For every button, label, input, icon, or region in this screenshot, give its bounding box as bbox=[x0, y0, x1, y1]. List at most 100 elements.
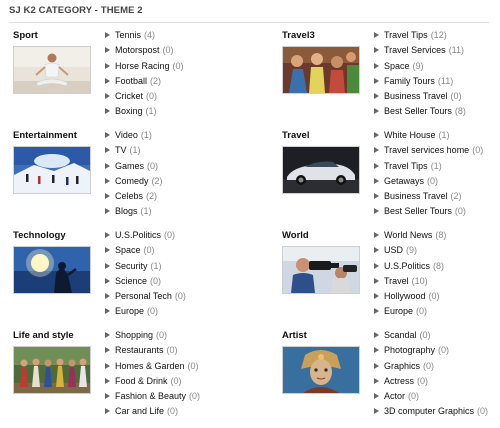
subcategory-link[interactable]: Actress bbox=[384, 376, 414, 386]
category-title[interactable]: Sport bbox=[13, 30, 38, 41]
subcategory-link[interactable]: 3D computer Graphics bbox=[384, 406, 474, 416]
subcategory-link[interactable]: Europe bbox=[115, 306, 144, 316]
list-item[interactable]: Europe (0) bbox=[374, 306, 446, 321]
subcategory-link[interactable]: Personal Tech bbox=[115, 291, 172, 301]
category-title[interactable]: Life and style bbox=[13, 330, 74, 341]
list-item[interactable]: White House (1) bbox=[374, 130, 483, 145]
subcategory-link[interactable]: Tennis bbox=[115, 30, 141, 40]
list-item[interactable]: Shopping (0) bbox=[105, 330, 200, 345]
list-item[interactable]: Video (1) bbox=[105, 130, 163, 145]
category-image[interactable] bbox=[13, 246, 91, 294]
list-item[interactable]: Travel Tips (1) bbox=[374, 161, 483, 176]
subcategory-link[interactable]: Celebs bbox=[115, 191, 143, 201]
subcategory-link[interactable]: Video bbox=[115, 130, 138, 140]
subcategory-link[interactable]: White House bbox=[384, 130, 436, 140]
subcategory-link[interactable]: Family Tours bbox=[384, 76, 435, 86]
subcategory-link[interactable]: Best Seller Tours bbox=[384, 206, 452, 216]
subcategory-link[interactable]: Photography bbox=[384, 345, 435, 355]
subcategory-link[interactable]: Travel Services bbox=[384, 45, 446, 55]
subcategory-link[interactable]: Blogs bbox=[115, 206, 138, 216]
category-title[interactable]: Entertainment bbox=[13, 130, 77, 141]
list-item[interactable]: Games (0) bbox=[105, 161, 163, 176]
list-item[interactable]: Car and Life (0) bbox=[105, 406, 200, 421]
list-item[interactable]: Boxing (1) bbox=[105, 106, 184, 121]
category-title[interactable]: Travel3 bbox=[282, 30, 315, 41]
category-title[interactable]: Technology bbox=[13, 230, 66, 241]
subcategory-link[interactable]: Fashion & Beauty bbox=[115, 391, 186, 401]
subcategory-link[interactable]: Hollywood bbox=[384, 291, 426, 301]
subcategory-link[interactable]: Car and Life bbox=[115, 406, 164, 416]
subcategory-link[interactable]: Security bbox=[115, 261, 148, 271]
category-image[interactable] bbox=[282, 46, 360, 94]
subcategory-link[interactable]: U.S.Politics bbox=[115, 230, 161, 240]
subcategory-link[interactable]: Food & Drink bbox=[115, 376, 168, 386]
subcategory-link[interactable]: Games bbox=[115, 161, 144, 171]
category-title[interactable]: World bbox=[282, 230, 309, 241]
subcategory-link[interactable]: Business Travel bbox=[384, 91, 448, 101]
category-image[interactable] bbox=[13, 46, 91, 94]
subcategory-link[interactable]: TV bbox=[115, 145, 127, 155]
subcategory-link[interactable]: Restaurants bbox=[115, 345, 164, 355]
subcategory-link[interactable]: Graphics bbox=[384, 361, 420, 371]
subcategory-link[interactable]: Cricket bbox=[115, 91, 143, 101]
subcategory-link[interactable]: Boxing bbox=[115, 106, 143, 116]
list-item[interactable]: Celebs (2) bbox=[105, 191, 163, 206]
list-item[interactable]: Photography (0) bbox=[374, 345, 488, 360]
subcategory-link[interactable]: Football bbox=[115, 76, 147, 86]
subcategory-link[interactable]: Travel Tips bbox=[384, 161, 428, 171]
list-item[interactable]: Food & Drink (0) bbox=[105, 376, 200, 391]
list-item[interactable]: U.S.Politics (8) bbox=[374, 261, 446, 276]
list-item[interactable]: Comedy (2) bbox=[105, 176, 163, 191]
subcategory-link[interactable]: Space bbox=[115, 245, 141, 255]
list-item[interactable]: Football (2) bbox=[105, 76, 184, 91]
list-item[interactable]: Blogs (1) bbox=[105, 206, 163, 221]
list-item[interactable]: Travel services home (0) bbox=[374, 145, 483, 160]
subcategory-link[interactable]: Travel bbox=[384, 276, 409, 286]
list-item[interactable]: Business Travel (0) bbox=[374, 91, 466, 106]
subcategory-link[interactable]: Shopping bbox=[115, 330, 153, 340]
subcategory-link[interactable]: USD bbox=[384, 245, 403, 255]
subcategory-link[interactable]: Best Seller Tours bbox=[384, 106, 452, 116]
list-item[interactable]: Scandal (0) bbox=[374, 330, 488, 345]
subcategory-link[interactable]: Travel Tips bbox=[384, 30, 428, 40]
list-item[interactable]: Travel Services (11) bbox=[374, 45, 466, 60]
list-item[interactable]: Personal Tech (0) bbox=[105, 291, 186, 306]
list-item[interactable]: Hollywood (0) bbox=[374, 291, 446, 306]
subcategory-link[interactable]: Homes & Garden bbox=[115, 361, 185, 371]
subcategory-link[interactable]: World News bbox=[384, 230, 432, 240]
list-item[interactable]: Travel (10) bbox=[374, 276, 446, 291]
list-item[interactable]: Europe (0) bbox=[105, 306, 186, 321]
list-item[interactable]: Science (0) bbox=[105, 276, 186, 291]
subcategory-link[interactable]: Getaways bbox=[384, 176, 424, 186]
list-item[interactable]: U.S.Politics (0) bbox=[105, 230, 186, 245]
category-title[interactable]: Artist bbox=[282, 330, 307, 341]
list-item[interactable]: Restaurants (0) bbox=[105, 345, 200, 360]
subcategory-link[interactable]: Space bbox=[384, 61, 410, 71]
list-item[interactable]: Actress (0) bbox=[374, 376, 488, 391]
list-item[interactable]: Space (0) bbox=[105, 245, 186, 260]
list-item[interactable]: USD (9) bbox=[374, 245, 446, 260]
list-item[interactable]: 3D computer Graphics (0) bbox=[374, 406, 488, 421]
list-item[interactable]: Fashion & Beauty (0) bbox=[105, 391, 200, 406]
list-item[interactable]: Family Tours (11) bbox=[374, 76, 466, 91]
category-title[interactable]: Travel bbox=[282, 130, 309, 141]
category-image[interactable] bbox=[282, 246, 360, 294]
list-item[interactable]: Space (9) bbox=[374, 61, 466, 76]
list-item[interactable]: Graphics (0) bbox=[374, 361, 488, 376]
list-item[interactable]: Actor (0) bbox=[374, 391, 488, 406]
list-item[interactable]: Motorspost (0) bbox=[105, 45, 184, 60]
list-item[interactable]: Tennis (4) bbox=[105, 30, 184, 45]
list-item[interactable]: Horse Racing (0) bbox=[105, 61, 184, 76]
subcategory-link[interactable]: Comedy bbox=[115, 176, 149, 186]
category-image[interactable] bbox=[13, 346, 91, 394]
subcategory-link[interactable]: Scandal bbox=[384, 330, 417, 340]
list-item[interactable]: Security (1) bbox=[105, 261, 186, 276]
subcategory-link[interactable]: Europe bbox=[384, 306, 413, 316]
list-item[interactable]: Travel Tips (12) bbox=[374, 30, 466, 45]
category-image[interactable] bbox=[282, 146, 360, 194]
subcategory-link[interactable]: Travel services home bbox=[384, 145, 469, 155]
category-image[interactable] bbox=[13, 146, 91, 194]
subcategory-link[interactable]: Motorspost bbox=[115, 45, 160, 55]
list-item[interactable]: Cricket (0) bbox=[105, 91, 184, 106]
list-item[interactable]: Business Travel (2) bbox=[374, 191, 483, 206]
